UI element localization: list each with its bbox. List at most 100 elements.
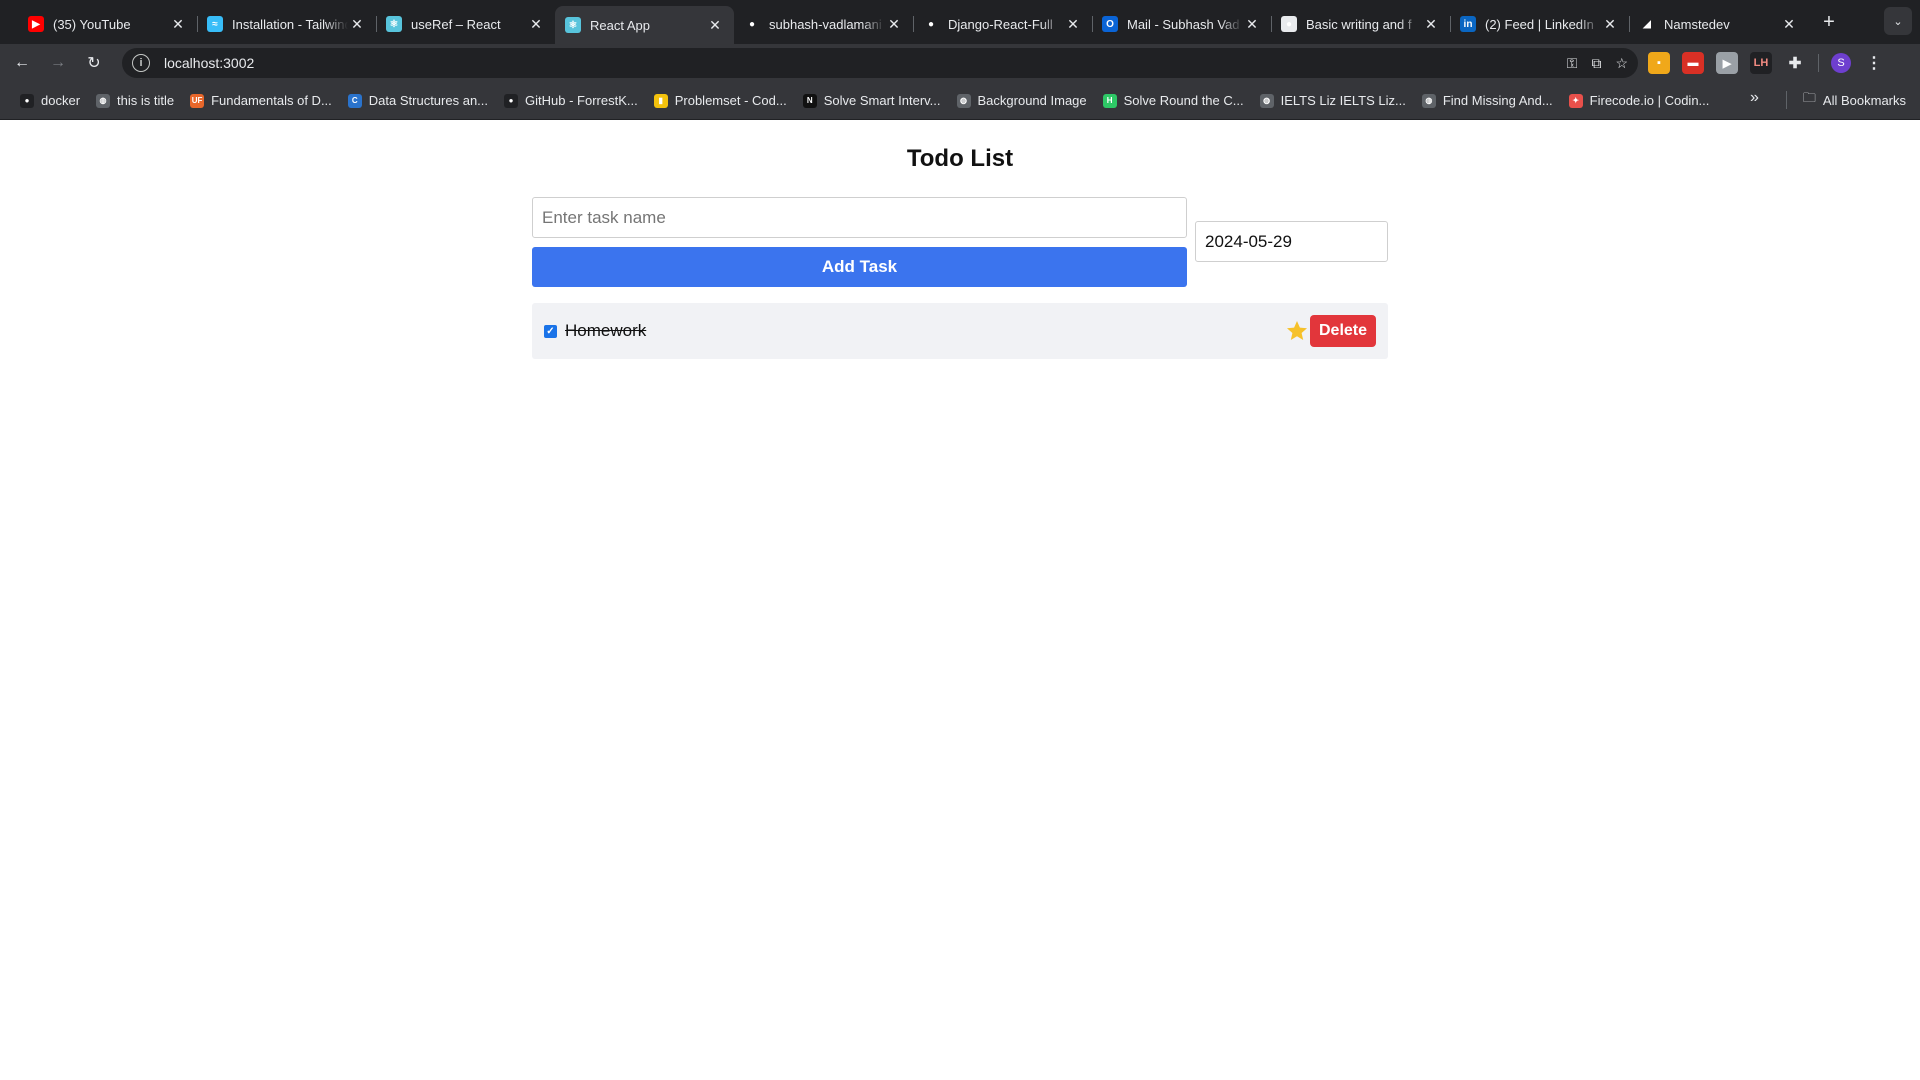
browser-tab[interactable]: in (2) Feed | LinkedIn ✕: [1450, 6, 1629, 42]
namastedev-icon: ◢: [1639, 16, 1655, 32]
tab-search-button[interactable]: ⌄: [1884, 7, 1912, 35]
bookmark-item[interactable]: ◍ Find Missing And...: [1414, 89, 1561, 113]
github-icon: ●: [20, 93, 34, 108]
close-icon[interactable]: ✕: [527, 15, 545, 33]
bookmark-label: Problemset - Cod...: [674, 93, 787, 108]
bookmark-label: Find Missing And...: [1442, 93, 1553, 108]
forward-button[interactable]: →: [44, 49, 72, 77]
close-icon[interactable]: ✕: [706, 16, 724, 34]
all-bookmarks-button[interactable]: 🗀 All Bookmarks: [1785, 89, 1906, 111]
browser-toolbar: ← → ↻ i localhost:3002 ⚿ ⧉ ☆ ▪ ▬ ▶ LH ✚ …: [0, 44, 1920, 82]
bookmark-star-icon[interactable]: ☆: [1615, 55, 1628, 72]
close-icon[interactable]: ✕: [348, 15, 366, 33]
task-complete-checkbox[interactable]: ✓: [544, 324, 557, 338]
bookmark-label: docker: [41, 93, 81, 108]
browser-tab[interactable]: ⚛ React App ✕: [555, 6, 734, 44]
tab-title: Basic writing and f: [1306, 16, 1412, 32]
notes-extension-icon[interactable]: ▪: [1648, 52, 1670, 74]
task-name: Homework: [565, 321, 647, 340]
bookmark-item[interactable]: ◍ Background Image: [949, 89, 1095, 113]
close-icon[interactable]: ✕: [1064, 15, 1082, 33]
browser-tab[interactable]: ● Basic writing and f ✕: [1271, 6, 1450, 42]
tab-title: subhash-vadlamani: [769, 16, 882, 32]
add-task-form: 2024-05-29 Add Task: [532, 197, 1388, 287]
bookmark-item[interactable]: ▮ Problemset - Cod...: [646, 89, 795, 113]
bookmarks-separator: [1785, 91, 1787, 109]
bookmark-item[interactable]: ● docker: [12, 89, 88, 113]
bookmark-item[interactable]: ✦ Firecode.io | Codin...: [1561, 89, 1718, 113]
bookmarks-bar: ● docker ◍ this is title UF Fundamentals of D…: [0, 82, 1920, 120]
close-icon[interactable]: ✕: [1243, 15, 1261, 33]
browser-tab[interactable]: ≈ Installation - Tailwind ✕: [197, 6, 376, 42]
menu-kebab-icon[interactable]: ⋮: [1863, 52, 1885, 74]
bookmarks-overflow-icon[interactable]: »: [1750, 89, 1759, 107]
delete-button[interactable]: Delete: [1310, 315, 1376, 347]
react-icon: ⚛: [565, 17, 581, 33]
reload-button[interactable]: ↻: [80, 49, 108, 77]
tab-title: (2) Feed | LinkedIn: [1485, 16, 1594, 32]
task-list: ✓ Homework Delete: [532, 303, 1388, 359]
close-icon[interactable]: ✕: [885, 15, 903, 33]
github-icon: ●: [1281, 16, 1297, 32]
codeforces-icon: ▮: [653, 93, 668, 108]
address-url[interactable]: localhost:3002: [164, 55, 254, 71]
close-icon[interactable]: ✕: [169, 15, 187, 33]
play-extension-icon[interactable]: ▶: [1716, 52, 1738, 74]
bookmark-item[interactable]: N Solve Smart Interv...: [795, 89, 949, 113]
uf-icon: UF: [190, 93, 205, 108]
address-bar[interactable]: i localhost:3002 ⚿ ⧉ ☆: [122, 48, 1638, 78]
bookmark-item[interactable]: ◍ this is title: [88, 89, 182, 113]
browser-tab[interactable]: ● Django-React-Full ✕: [913, 6, 1092, 42]
bookmark-label: Background Image: [977, 93, 1087, 108]
new-tab-button[interactable]: +: [1814, 7, 1844, 37]
close-icon[interactable]: ✕: [1780, 15, 1798, 33]
password-key-icon[interactable]: ⚿: [1567, 55, 1578, 72]
browser-tab[interactable]: ▶ (35) YouTube ✕: [18, 6, 197, 42]
globe-icon: ◍: [96, 93, 111, 108]
all-bookmarks-label: All Bookmarks: [1822, 92, 1906, 108]
task-item: ✓ Homework Delete: [532, 303, 1388, 359]
browser-tab[interactable]: ◢ Namstedev ✕: [1629, 6, 1808, 42]
browser-tab[interactable]: ● subhash-vadlamani ✕: [734, 6, 913, 42]
task-name-input[interactable]: [532, 197, 1187, 238]
firecode-icon: ✦: [1568, 93, 1583, 108]
extensions-area: ▪ ▬ ▶ LH ✚ S ⋮: [1648, 48, 1885, 78]
tab-title: Django-React-Full: [948, 16, 1053, 32]
tab-title: React App: [590, 17, 650, 33]
browser-tab-strip: ▶ (35) YouTube ✕ ≈ Installation - Tailwind ✕ ⚛…: [0, 0, 1920, 44]
site-info-icon[interactable]: i: [132, 54, 150, 72]
extensions-puzzle-icon[interactable]: ✚: [1784, 52, 1806, 74]
add-task-button[interactable]: Add Task: [532, 247, 1187, 287]
tab-list: ▶ (35) YouTube ✕ ≈ Installation - Tailwind ✕ ⚛…: [0, 0, 1808, 44]
tab-title: Namstedev: [1664, 16, 1730, 32]
bookmark-item[interactable]: UF Fundamentals of D...: [182, 89, 340, 113]
tailwind-icon: ≈: [207, 16, 223, 32]
close-icon[interactable]: ✕: [1422, 15, 1440, 33]
globe-icon: ◍: [1421, 93, 1436, 108]
bookmark-item[interactable]: H Solve Round the C...: [1095, 89, 1252, 113]
folder-icon: 🗀: [1802, 90, 1816, 105]
page-title: Todo List: [906, 145, 1014, 172]
install-app-icon[interactable]: ⧉: [1591, 55, 1601, 72]
bookmark-label: Data Structures an...: [368, 93, 489, 108]
tab-title: (35) YouTube: [53, 16, 131, 32]
bookmark-label: Solve Smart Interv...: [823, 93, 941, 108]
github-icon: ●: [923, 16, 939, 32]
star-icon[interactable]: [1285, 319, 1309, 343]
red-extension-icon[interactable]: ▬: [1682, 52, 1704, 74]
hackerrank-icon: H: [1102, 93, 1117, 108]
close-icon[interactable]: ✕: [1601, 15, 1619, 33]
bookmark-list: ● docker ◍ this is title UF Fundamentals of D…: [12, 89, 1717, 113]
linkedin-icon: in: [1460, 16, 1476, 32]
browser-tab[interactable]: ⚛ useRef – React ✕: [376, 6, 555, 42]
back-button[interactable]: ←: [8, 49, 36, 77]
bookmark-label: Solve Round the C...: [1123, 93, 1244, 108]
bookmark-item[interactable]: ◍ IELTS Liz IELTS Liz...: [1252, 89, 1414, 113]
profile-avatar[interactable]: S: [1831, 53, 1851, 73]
bookmark-label: GitHub - ForrestK...: [525, 93, 638, 108]
date-input[interactable]: 2024-05-29: [1195, 221, 1388, 262]
bookmark-item[interactable]: C Data Structures an...: [340, 89, 496, 113]
lighthouse-extension-icon[interactable]: LH: [1750, 52, 1772, 74]
browser-tab[interactable]: O Mail - Subhash Vad ✕: [1092, 6, 1271, 42]
bookmark-item[interactable]: ● GitHub - ForrestK...: [496, 89, 646, 113]
